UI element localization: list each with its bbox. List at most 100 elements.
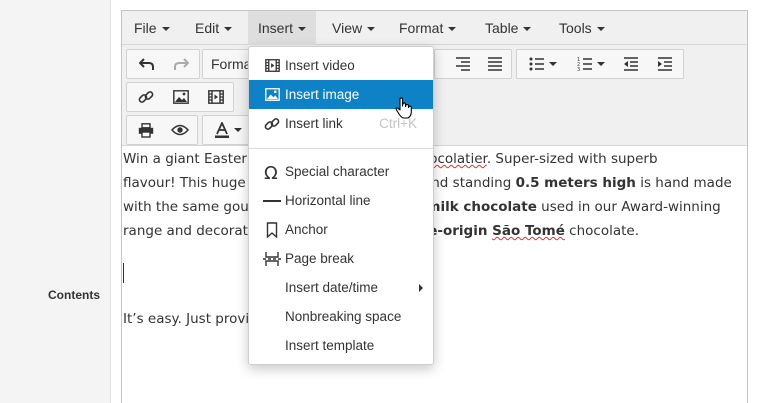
- chevron-down-icon: [549, 62, 557, 66]
- menu-edit[interactable]: Edit: [185, 11, 242, 45]
- menu-file[interactable]: File: [124, 11, 180, 45]
- insert-datetime-item[interactable]: Insert date/time: [249, 273, 433, 302]
- insert-template-item[interactable]: Insert template: [249, 331, 433, 360]
- content-line-5: It’s easy. Just provic: [123, 307, 257, 331]
- hand-pointer-cursor-icon: [395, 97, 412, 119]
- menu-file-label: File: [134, 20, 157, 36]
- video-icon: [208, 90, 224, 104]
- chevron-down-icon: [596, 27, 605, 32]
- align-group: [434, 49, 512, 79]
- nonbreaking-space-label: Nonbreaking space: [285, 309, 402, 324]
- nonbreaking-space-item[interactable]: Nonbreaking space: [249, 302, 433, 331]
- special-character-item[interactable]: Ω Special character: [249, 157, 433, 186]
- horizontal-line-icon: [263, 199, 281, 202]
- text-run: with the same gour: [123, 199, 255, 215]
- text-color-button[interactable]: [208, 116, 248, 144]
- chevron-right-icon: [419, 283, 423, 292]
- outdent-icon: [624, 57, 638, 71]
- svg-text:Ω: Ω: [264, 163, 278, 181]
- bullet-list-icon: [529, 57, 544, 71]
- menu-format-label: Format: [399, 20, 444, 36]
- insert-link-label: Insert link: [285, 116, 343, 131]
- text-run: flavour! This huge e: [123, 175, 259, 191]
- page-break-label: Page break: [285, 251, 355, 266]
- menu-format[interactable]: Format: [389, 11, 466, 45]
- insert-menu-dropdown: Insert video Insert image Insert link Ct…: [248, 46, 434, 365]
- chevron-down-icon: [224, 27, 233, 32]
- indent-button[interactable]: [649, 50, 681, 78]
- list-indent-group: 123: [516, 49, 684, 79]
- menu-table-label: Table: [485, 20, 519, 36]
- editor-menubar: File Edit Insert View Format Table Tools: [122, 11, 747, 45]
- text-run: used in our Award-winning: [536, 199, 721, 215]
- formats-group: Forma: [202, 49, 252, 79]
- formats-label: Forma: [211, 56, 252, 72]
- eye-icon: [171, 124, 189, 136]
- align-justify-icon: [488, 57, 502, 71]
- undo-icon: [139, 58, 154, 70]
- menu-tools[interactable]: Tools: [549, 11, 615, 45]
- bookmark-icon: [266, 221, 278, 238]
- formats-dropdown[interactable]: Forma: [211, 50, 251, 78]
- image-button[interactable]: [165, 83, 197, 111]
- outdent-button[interactable]: [615, 50, 647, 78]
- image-icon: [173, 90, 189, 104]
- text-run: . Super-sized with superb: [486, 151, 658, 167]
- text-color-icon: [215, 122, 229, 138]
- print-icon: [138, 122, 154, 138]
- redo-icon: [174, 58, 189, 70]
- align-right-icon: [456, 57, 470, 71]
- menu-insert-label: Insert: [258, 20, 294, 36]
- print-button[interactable]: [130, 116, 162, 144]
- text-caret: [123, 263, 124, 283]
- chevron-down-icon: [448, 27, 457, 32]
- menu-tools-label: Tools: [559, 20, 592, 36]
- menu-insert[interactable]: Insert: [248, 11, 317, 45]
- video-icon: [264, 59, 280, 72]
- text-run: range and decorate: [123, 223, 257, 239]
- menu-table[interactable]: Table: [475, 11, 541, 45]
- insert-image-label: Insert image: [285, 87, 360, 102]
- indent-icon: [658, 57, 672, 71]
- horizontal-line-item[interactable]: Horizontal line: [249, 186, 433, 215]
- text-run-bold: milk chocolate: [426, 199, 537, 215]
- numbered-list-button[interactable]: 123: [569, 50, 613, 78]
- align-justify-button[interactable]: [481, 50, 509, 78]
- chevron-down-icon: [298, 27, 307, 32]
- text-run-bold: 0.5 meters high: [515, 175, 636, 191]
- text-run-bold: e-origin: [428, 223, 493, 239]
- text-run: It’s easy. Just provic: [123, 311, 257, 327]
- special-character-label: Special character: [285, 164, 390, 179]
- link-button[interactable]: [130, 83, 162, 111]
- text-run: chocolate.: [564, 223, 639, 239]
- horizontal-line-label: Horizontal line: [285, 193, 371, 208]
- media-group: [126, 82, 234, 112]
- image-icon: [264, 88, 280, 101]
- undo-redo-group: [126, 49, 200, 79]
- redo-button[interactable]: [165, 50, 197, 78]
- menu-edit-label: Edit: [195, 20, 220, 36]
- anchor-item[interactable]: Anchor: [249, 215, 433, 244]
- numbered-list-icon: 123: [577, 57, 592, 71]
- menu-view[interactable]: View: [322, 11, 385, 45]
- bullet-list-button[interactable]: [521, 50, 565, 78]
- text-color-group: [202, 115, 250, 145]
- page-break-item[interactable]: Page break: [249, 244, 433, 273]
- anchor-label: Anchor: [285, 222, 328, 237]
- insert-video-item[interactable]: Insert video: [249, 51, 433, 80]
- text-run: is hand made: [635, 175, 732, 191]
- text-run: Win a giant Easter: [123, 151, 252, 167]
- align-right-button[interactable]: [449, 50, 477, 78]
- chevron-down-icon: [234, 128, 242, 132]
- svg-text:3: 3: [577, 67, 580, 71]
- link-icon: [264, 117, 280, 130]
- contents-field-label: Contents: [48, 288, 100, 302]
- menu-divider: [249, 148, 433, 149]
- omega-icon: Ω: [264, 163, 278, 181]
- video-button[interactable]: [200, 83, 232, 111]
- text-run-bold-misspelled: São Tomé: [492, 223, 565, 239]
- page-break-icon: [263, 251, 281, 266]
- preview-button[interactable]: [164, 116, 196, 144]
- print-preview-group: [126, 115, 198, 145]
- undo-button[interactable]: [131, 50, 163, 78]
